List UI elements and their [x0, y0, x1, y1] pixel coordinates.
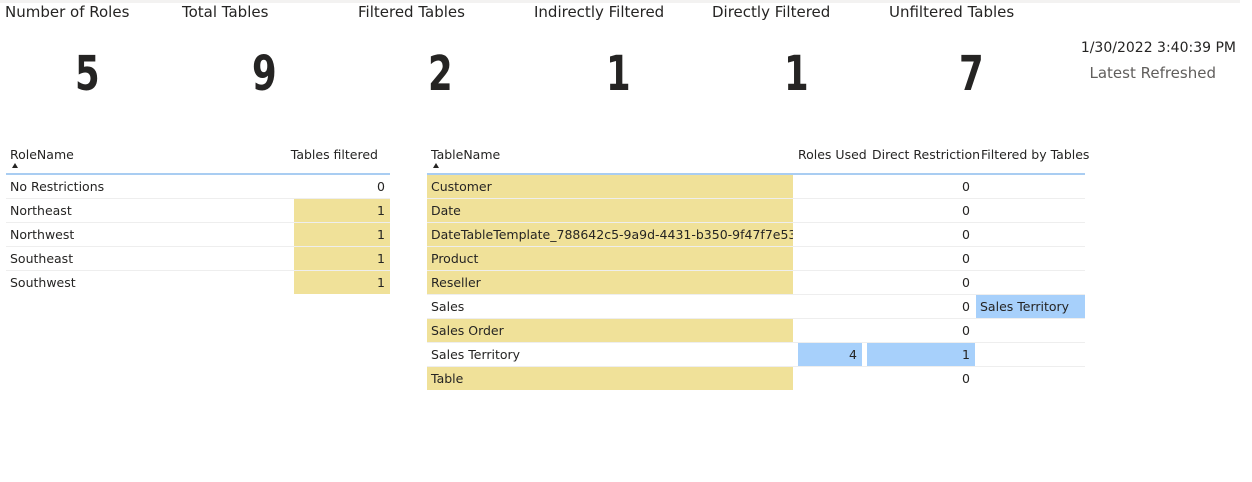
direct-restriction-cell: 0: [962, 299, 970, 314]
roles-used-cell: [798, 319, 862, 342]
table-row[interactable]: Reseller 0: [427, 271, 1085, 295]
kpi-label: Number of Roles: [5, 3, 130, 21]
table-row[interactable]: Table 0: [427, 367, 1085, 391]
kpi-value: 2: [428, 46, 453, 102]
roles-used-cell: [798, 367, 862, 390]
tables-table[interactable]: TableName Roles Used Direct Restriction …: [427, 144, 1089, 391]
tables-filtered-cell: 1: [294, 223, 390, 246]
kpi-unfiltered-tables[interactable]: Unfiltered Tables 7: [889, 0, 1069, 110]
table-row[interactable]: Date 0: [427, 199, 1085, 223]
latest-refresh-card[interactable]: 1/30/2022 3:40:39 PM Latest Refreshed: [1081, 40, 1236, 82]
table-row[interactable]: Sales 0 Sales Territory: [427, 295, 1085, 319]
refresh-label: Latest Refreshed: [1089, 64, 1216, 82]
table-name-cell: DateTableTemplate_788642c5-9a9d-4431-b35…: [427, 223, 793, 246]
kpi-indirectly-filtered[interactable]: Indirectly Filtered 1: [534, 0, 714, 110]
role-name-cell: Northwest: [10, 227, 75, 242]
roles-used-cell: [798, 247, 862, 270]
table-row[interactable]: Sales Order 0: [427, 319, 1085, 343]
table-row[interactable]: Northeast 1: [6, 199, 390, 223]
filtered-by-tables-cell: [976, 175, 1085, 198]
table-name-cell: Sales Territory: [431, 347, 521, 362]
kpi-value: 9: [252, 46, 277, 102]
table-name-cell: Sales: [431, 299, 465, 314]
kpi-total-tables[interactable]: Total Tables 9: [182, 0, 362, 110]
roles-used-cell: [798, 175, 862, 198]
kpi-value: 7: [959, 46, 984, 102]
column-header-tablename[interactable]: TableName: [431, 147, 500, 162]
column-header-rolename[interactable]: RoleName: [10, 147, 74, 162]
roles-table-header: RoleName Tables filtered: [6, 144, 390, 175]
roles-used-cell: 4: [798, 343, 862, 366]
roles-used-cell: [798, 199, 862, 222]
role-name-cell: Northeast: [10, 203, 72, 218]
role-name-cell: Southwest: [10, 275, 76, 290]
refresh-timestamp: 1/30/2022 3:40:39 PM: [1080, 40, 1236, 56]
table-name-cell: Customer: [427, 175, 793, 198]
table-name-cell: Product: [427, 247, 793, 270]
tables-filtered-cell: 1: [294, 271, 390, 294]
table-name-cell: Table: [427, 367, 793, 390]
table-name-cell: Date: [427, 199, 793, 222]
table-name-cell: Sales Order: [427, 319, 793, 342]
roles-used-cell: [798, 271, 862, 294]
roles-table-body: No Restrictions 0 Northeast 1 Northwest 1 Sout…: [6, 175, 390, 295]
filtered-by-tables-cell: [976, 319, 1085, 342]
table-row[interactable]: Product 0: [427, 247, 1085, 271]
direct-restriction-cell: 0: [962, 371, 970, 386]
table-row[interactable]: Customer 0: [427, 175, 1085, 199]
tables-filtered-cell: 1: [294, 199, 390, 222]
tables-filtered-cell: 0: [377, 179, 385, 194]
kpi-label: Filtered Tables: [358, 3, 465, 21]
table-row[interactable]: DateTableTemplate_788642c5-9a9d-4431-b35…: [427, 223, 1085, 247]
table-row[interactable]: Northwest 1: [6, 223, 390, 247]
filtered-by-tables-cell: [976, 199, 1085, 222]
sort-ascending-icon[interactable]: [12, 163, 18, 168]
tables-table-header: TableName Roles Used Direct Restriction …: [427, 144, 1089, 175]
filtered-by-tables-cell: [976, 343, 1085, 366]
roles-used-cell: [798, 223, 862, 246]
kpi-label: Directly Filtered: [712, 3, 831, 21]
direct-restriction-cell: 0: [962, 251, 970, 266]
filtered-by-tables-cell: [976, 367, 1085, 390]
table-row[interactable]: No Restrictions 0: [6, 175, 390, 199]
column-header-direct-restriction[interactable]: Direct Restriction: [872, 147, 980, 162]
direct-restriction-cell: 0: [962, 179, 970, 194]
sort-ascending-icon[interactable]: [433, 163, 439, 168]
role-name-cell: No Restrictions: [10, 179, 105, 194]
table-name-cell: Reseller: [427, 271, 793, 294]
kpi-directly-filtered[interactable]: Directly Filtered 1: [712, 0, 892, 110]
direct-restriction-cell: 0: [962, 275, 970, 290]
roles-table[interactable]: RoleName Tables filtered No Restrictions…: [6, 144, 390, 295]
filtered-by-tables-cell: [976, 223, 1085, 246]
kpi-filtered-tables[interactable]: Filtered Tables 2: [358, 0, 538, 110]
column-header-tables-filtered[interactable]: Tables filtered: [291, 147, 378, 162]
direct-restriction-cell: 0: [962, 227, 970, 242]
tables-table-body: Customer 0 Date 0 DateTableTemplate_788642c5…: [427, 175, 1085, 391]
kpi-value: 1: [606, 46, 631, 102]
direct-restriction-cell: 0: [962, 323, 970, 338]
kpi-label: Unfiltered Tables: [889, 3, 1015, 21]
table-row[interactable]: Southwest 1: [6, 271, 390, 295]
filtered-by-tables-cell: [976, 271, 1085, 294]
column-header-filtered-by-tables[interactable]: Filtered by Tables: [981, 147, 1089, 162]
kpi-number-of-roles[interactable]: Number of Roles 5: [5, 0, 185, 110]
role-name-cell: Southeast: [10, 251, 74, 266]
direct-restriction-cell: 1: [867, 343, 975, 366]
kpi-value: 5: [75, 46, 100, 102]
filtered-by-tables-cell: Sales Territory: [976, 295, 1085, 318]
filtered-by-tables-cell: [976, 247, 1085, 270]
kpi-label: Total Tables: [182, 3, 269, 21]
roles-used-cell: [798, 295, 862, 318]
table-row[interactable]: Sales Territory 4 1: [427, 343, 1085, 367]
kpi-label: Indirectly Filtered: [534, 3, 665, 21]
direct-restriction-cell: 0: [962, 203, 970, 218]
column-header-roles-used[interactable]: Roles Used: [798, 147, 867, 162]
table-row[interactable]: Southeast 1: [6, 247, 390, 271]
tables-filtered-cell: 1: [294, 247, 390, 270]
kpi-value: 1: [784, 46, 809, 102]
